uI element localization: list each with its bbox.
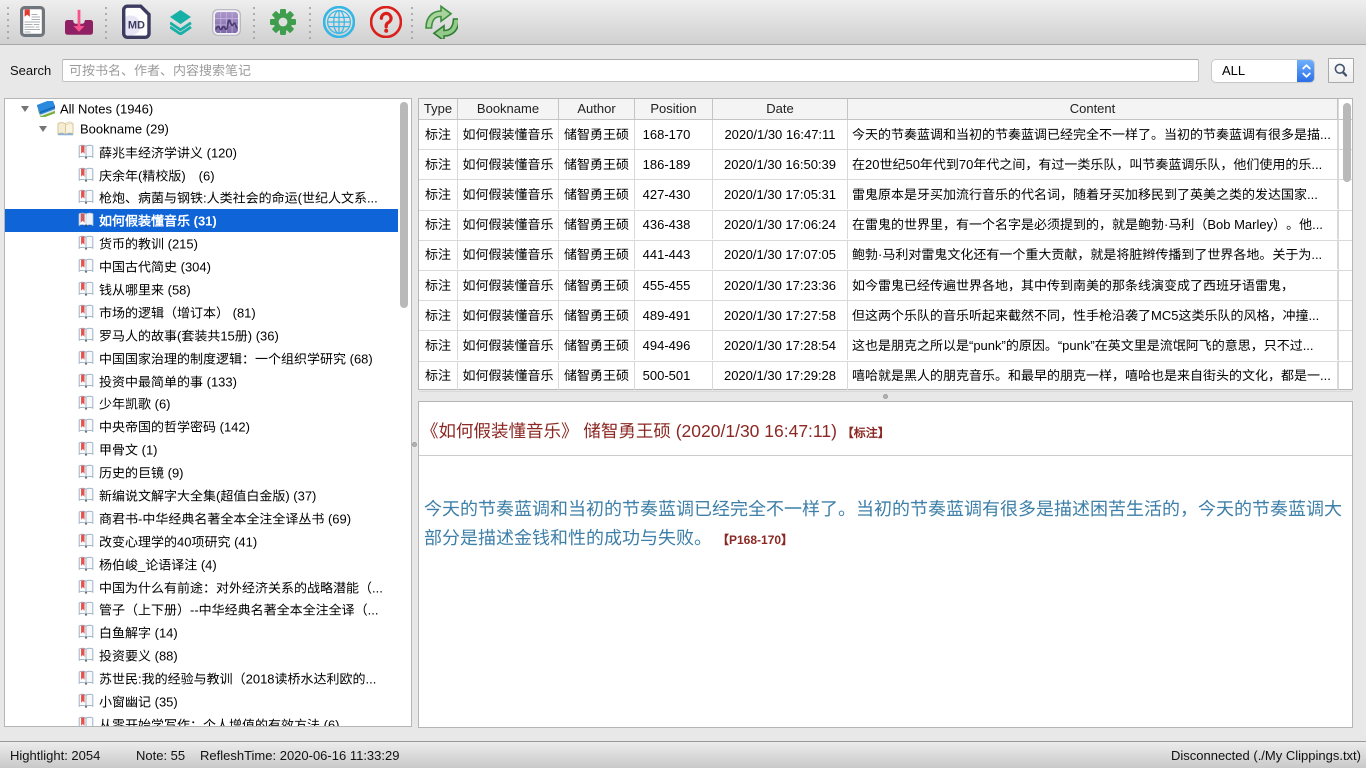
svg-text:MD: MD bbox=[128, 20, 145, 32]
